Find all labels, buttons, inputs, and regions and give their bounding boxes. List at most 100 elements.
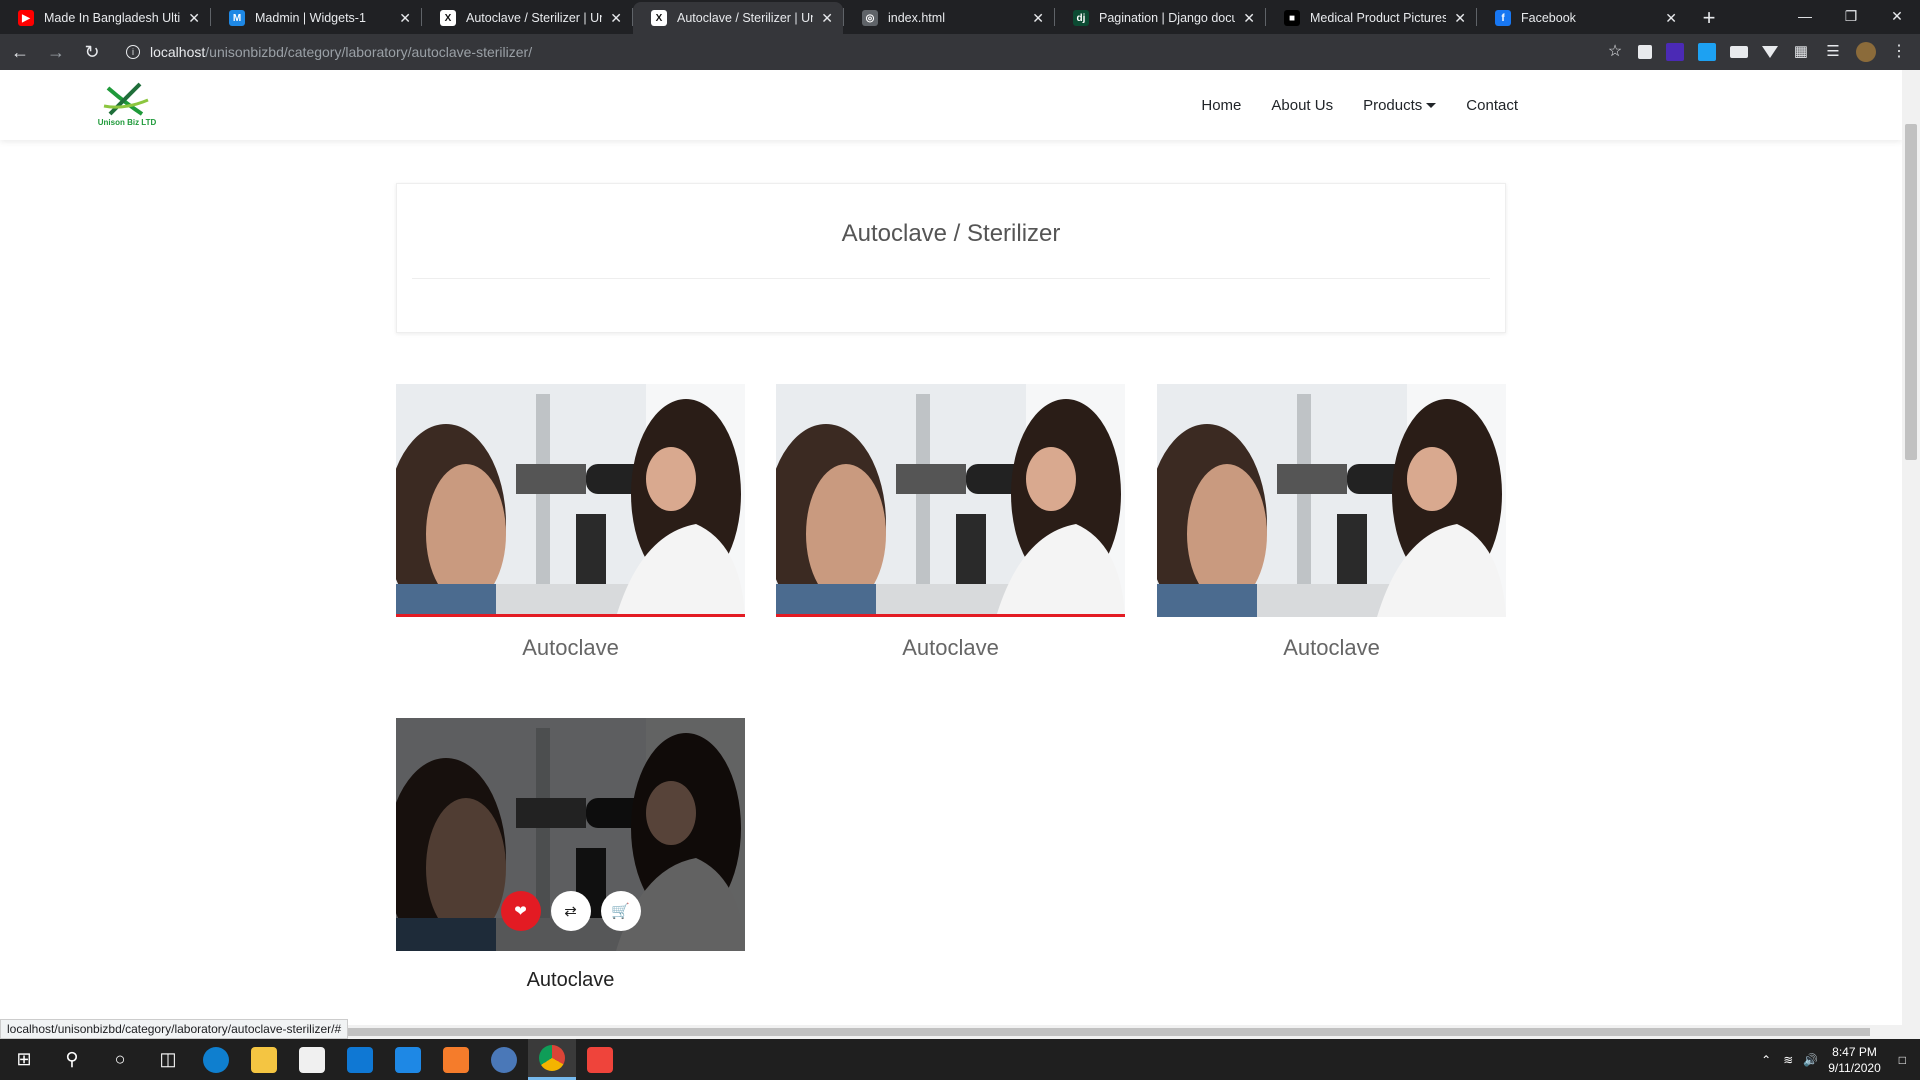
nav-home[interactable]: Home xyxy=(1201,97,1241,114)
task-view-icon[interactable]: ◫ xyxy=(144,1039,192,1080)
status-url: localhost/unisonbizbd/category/laborator… xyxy=(0,1019,349,1039)
product-photo xyxy=(396,384,745,614)
close-tab-icon[interactable]: ✕ xyxy=(821,10,833,27)
product-image[interactable] xyxy=(776,384,1125,617)
product-image[interactable] xyxy=(1157,384,1506,617)
windows-taskbar: ⊞ ⚲ ○ ◫ ⌃ ≋ 🔊 8:47 PM 9/11/2020 □ xyxy=(0,1039,1920,1080)
extension-icons: ☆ ▦ ☰ ⋮ xyxy=(1606,42,1908,62)
browser-tab[interactable]: M Madmin | Widgets-1 ✕ xyxy=(211,2,421,34)
extension-icon[interactable] xyxy=(1666,43,1684,61)
tab-title: Pagination | Django docume xyxy=(1099,11,1236,25)
cart-icon[interactable]: 🛒 xyxy=(600,891,641,931)
django-icon: dj xyxy=(1073,10,1089,26)
info-icon[interactable]: i xyxy=(126,45,140,59)
cortana-icon[interactable]: ○ xyxy=(96,1039,144,1080)
product-card[interactable]: Autoclave xyxy=(776,384,1125,661)
product-card[interactable]: Autoclave xyxy=(1157,384,1506,661)
menu-dots-icon[interactable]: ⋮ xyxy=(1890,43,1908,61)
product-name[interactable]: Autoclave xyxy=(396,969,745,992)
search-icon[interactable]: ⚲ xyxy=(48,1039,96,1080)
qbittorrent-icon[interactable] xyxy=(480,1039,528,1080)
tab-title: Madmin | Widgets-1 xyxy=(255,11,366,25)
clock[interactable]: 8:47 PM 9/11/2020 xyxy=(1828,1044,1881,1076)
browser-tab[interactable]: X Autoclave / Sterilizer | Uniso ✕ xyxy=(633,2,843,34)
address-bar[interactable]: i localhost /unisonbizbd/category/labora… xyxy=(116,38,1596,66)
facebook-icon: f xyxy=(1495,10,1511,26)
site-navbar: Unison Biz LTD Home About Us Products Co… xyxy=(0,70,1902,140)
product-name[interactable]: Autoclave xyxy=(396,635,745,661)
file-explorer-icon[interactable] xyxy=(240,1039,288,1080)
close-tab-icon[interactable]: ✕ xyxy=(1665,10,1677,27)
windows-start-icon[interactable]: ⊞ xyxy=(0,1039,48,1080)
tab-title: Facebook xyxy=(1521,11,1576,25)
close-tab-icon[interactable]: ✕ xyxy=(1032,10,1044,27)
browser-tab[interactable]: ■ Medical Product Pictures | D ✕ xyxy=(1266,2,1476,34)
forward-arrow-icon[interactable]: → xyxy=(40,36,72,68)
webpage: Unison Biz LTD Home About Us Products Co… xyxy=(0,70,1902,1025)
product-card[interactable]: Autoclave xyxy=(396,384,745,661)
extension-icon[interactable] xyxy=(1730,46,1748,58)
clock-date: 9/11/2020 xyxy=(1828,1060,1881,1075)
mail-icon[interactable] xyxy=(336,1039,384,1080)
xampp-icon[interactable] xyxy=(432,1039,480,1080)
madmin-icon: M xyxy=(229,10,245,26)
product-image[interactable] xyxy=(396,384,745,617)
compare-icon[interactable]: ⇄ xyxy=(550,891,591,931)
vertical-scrollbar[interactable] xyxy=(1902,70,1920,1039)
browser-tab[interactable]: X Autoclave / Sterilizer | Uniso ✕ xyxy=(422,2,632,34)
main-menu: Home About Us Products Contact xyxy=(1201,70,1518,140)
notifications-icon[interactable]: □ xyxy=(1899,1053,1906,1067)
browser-tab[interactable]: ◎ index.html ✕ xyxy=(844,2,1054,34)
clock-time: 8:47 PM xyxy=(1832,1044,1877,1059)
caret-down-icon xyxy=(1426,103,1437,109)
bookmark-star-icon[interactable]: ☆ xyxy=(1606,43,1624,61)
close-tab-icon[interactable]: ✕ xyxy=(1243,10,1255,27)
network-icon[interactable]: ≋ xyxy=(1783,1053,1793,1067)
product-name[interactable]: Autoclave xyxy=(1157,635,1506,661)
scroll-thumb[interactable] xyxy=(1905,124,1917,460)
nav-contact[interactable]: Contact xyxy=(1466,97,1518,114)
anydesk-icon[interactable] xyxy=(576,1039,624,1080)
product-photo xyxy=(776,384,1125,614)
chevron-up-icon[interactable]: ⌃ xyxy=(1761,1053,1771,1067)
store-icon[interactable] xyxy=(288,1039,336,1080)
unison-icon: X xyxy=(440,10,456,26)
browser-tab[interactable]: dj Pagination | Django docume ✕ xyxy=(1055,2,1265,34)
window-controls: — ❐ ✕ xyxy=(1782,0,1920,32)
divider xyxy=(412,278,1490,279)
media-icon[interactable]: ☰ xyxy=(1824,43,1842,61)
vscode-icon[interactable] xyxy=(384,1039,432,1080)
close-tab-icon[interactable]: ✕ xyxy=(610,10,622,27)
system-tray: ⌃ ≋ 🔊 8:47 PM 9/11/2020 □ xyxy=(1761,1039,1920,1080)
product-name[interactable]: Autoclave xyxy=(776,635,1125,661)
tab-title: index.html xyxy=(888,11,945,25)
product-card-hovered[interactable]: ❤ ⇄ 🛒 Autoclave xyxy=(396,718,745,992)
puzzle-icon[interactable]: ▦ xyxy=(1792,43,1810,61)
extension-icon[interactable] xyxy=(1638,45,1652,59)
volume-icon[interactable]: 🔊 xyxy=(1803,1053,1818,1067)
browser-toolbar: ← → ↻ i localhost /unisonbizbd/category/… xyxy=(0,34,1920,70)
minimize-button[interactable]: — xyxy=(1782,0,1828,32)
reload-icon[interactable]: ↻ xyxy=(76,36,108,68)
unison-icon: X xyxy=(651,10,667,26)
back-arrow-icon[interactable]: ← xyxy=(4,36,36,68)
avatar[interactable] xyxy=(1856,42,1876,62)
close-tab-icon[interactable]: ✕ xyxy=(1454,10,1466,27)
heart-icon[interactable]: ❤ xyxy=(500,891,541,931)
restore-button[interactable]: ❐ xyxy=(1828,0,1874,32)
edge-icon[interactable] xyxy=(192,1039,240,1080)
product-image[interactable]: ❤ ⇄ 🛒 xyxy=(396,718,745,951)
extension-icon[interactable] xyxy=(1762,46,1778,58)
close-tab-icon[interactable]: ✕ xyxy=(399,10,411,27)
chrome-icon[interactable] xyxy=(528,1039,576,1080)
close-tab-icon[interactable]: ✕ xyxy=(188,10,200,27)
new-tab-button[interactable]: + xyxy=(1693,2,1725,34)
nav-about-us[interactable]: About Us xyxy=(1271,97,1333,114)
site-logo[interactable]: Unison Biz LTD xyxy=(94,80,160,130)
close-window-button[interactable]: ✕ xyxy=(1874,0,1920,32)
extension-icon[interactable] xyxy=(1698,43,1716,61)
url-host: localhost xyxy=(150,44,206,60)
browser-tab[interactable]: ▶ Made In Bangladesh Ultima ✕ xyxy=(0,2,210,34)
browser-tab[interactable]: f Facebook ✕ xyxy=(1477,2,1687,34)
nav-products[interactable]: Products xyxy=(1363,97,1437,114)
